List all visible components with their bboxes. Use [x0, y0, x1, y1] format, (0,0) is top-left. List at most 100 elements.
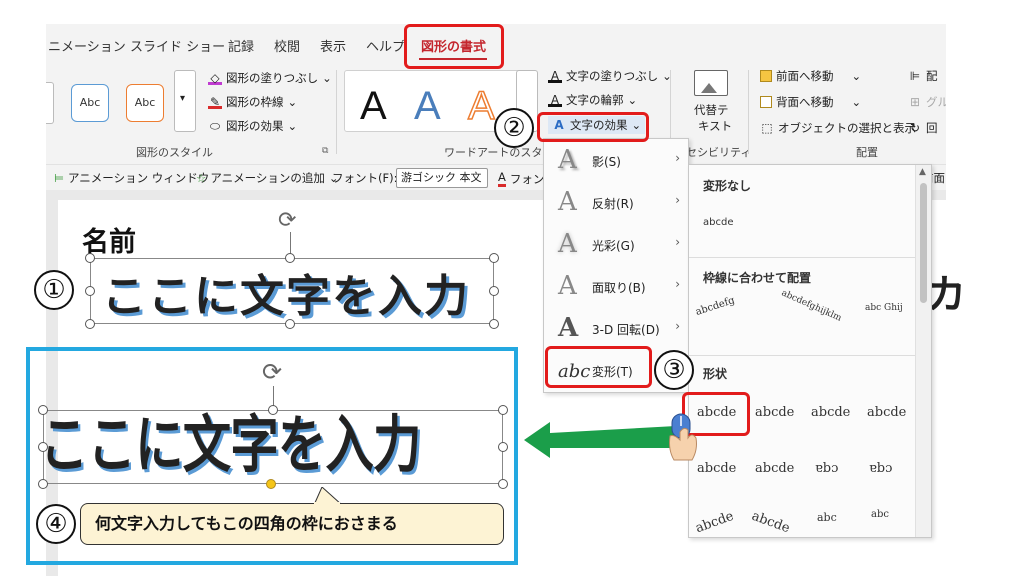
- font-label: フォント(F):: [332, 171, 398, 185]
- group-button[interactable]: ⊞ グル: [908, 94, 946, 110]
- shape-style-orange[interactable]: Abc: [126, 84, 164, 122]
- bring-forward-button[interactable]: 前面へ移動 ⌄: [760, 68, 861, 84]
- resize-handle[interactable]: [85, 253, 95, 263]
- warp-option-circle[interactable]: abc: [817, 511, 837, 524]
- scrollbar-thumb[interactable]: [920, 183, 927, 303]
- shape-style-blue[interactable]: Abc: [71, 84, 109, 122]
- path-circle-option[interactable]: abcdefghijklm: [780, 288, 843, 323]
- step-2-marker: ②: [494, 108, 534, 148]
- callout-note: 何文字入力してもこの四角の枠におさまる: [80, 503, 504, 545]
- warp-option-ring-outside[interactable]: ɐbɔ: [869, 461, 892, 476]
- font-select[interactable]: 游ゴシック 本文: [396, 168, 488, 188]
- animation-pane-button[interactable]: ⊨ アニメーション ウィンドウ: [54, 170, 209, 186]
- scrollbar[interactable]: ▲: [915, 165, 931, 537]
- menu-item-shadow[interactable]: A 影(S) ›: [544, 141, 688, 181]
- step-1-marker: ①: [34, 270, 74, 310]
- rotate-handle-icon[interactable]: ⟳: [262, 358, 282, 386]
- selection-pane-icon: ⬚: [761, 121, 773, 135]
- menu-item-reflection[interactable]: A 反射(R) ›: [544, 183, 688, 223]
- path-arch-option[interactable]: abcdefg: [694, 295, 736, 318]
- warp-option-button[interactable]: abc: [871, 509, 889, 520]
- chevron-down-icon: ⌄: [627, 93, 638, 107]
- rotate-button[interactable]: ↻ 回: [908, 120, 938, 136]
- alt-text-label-1[interactable]: 代替テ: [694, 102, 729, 118]
- resize-handle[interactable]: [285, 319, 295, 329]
- resize-handle[interactable]: [489, 253, 499, 263]
- chevron-down-icon: ⌄: [287, 119, 298, 133]
- resize-handle[interactable]: [498, 479, 508, 489]
- shape-style-partial[interactable]: [46, 82, 54, 124]
- warp-option-chevron-down[interactable]: abcde: [755, 461, 794, 476]
- transform-none-option[interactable]: abcde: [703, 217, 733, 228]
- glow-effect-icon: A: [558, 229, 577, 259]
- warp-adjust-handle[interactable]: [266, 479, 276, 489]
- add-animation-button[interactable]: ☆ アニメーションの追加 ⌄: [196, 170, 339, 186]
- tab-record[interactable]: 記録: [228, 36, 254, 55]
- resize-handle[interactable]: [85, 319, 95, 329]
- dialog-launcher-icon[interactable]: ⧉: [322, 146, 328, 156]
- warp-option-triangle-up[interactable]: abcde: [811, 405, 850, 420]
- warp-option-arch-up[interactable]: abcde: [694, 509, 736, 537]
- text-fill-icon: A: [548, 69, 562, 83]
- shape-effects-button[interactable]: ⬭ 図形の効果 ⌄: [208, 118, 297, 134]
- chevron-down-icon: ⌄: [322, 71, 332, 85]
- shape-fill-button[interactable]: ◇ 図形の塗りつぶし ⌄: [208, 70, 332, 86]
- highlight-transform: [545, 346, 652, 388]
- wordart-style-orange[interactable]: A: [467, 83, 495, 129]
- resize-handle[interactable]: [498, 442, 508, 452]
- text-fill-button[interactable]: A 文字の塗りつぶし ⌄: [548, 68, 672, 84]
- resize-handle[interactable]: [38, 442, 48, 452]
- menu-item-glow[interactable]: A 光彩(G) ›: [544, 225, 688, 265]
- resize-handle[interactable]: [498, 405, 508, 415]
- rotate-handle-icon[interactable]: ⟳: [278, 208, 296, 233]
- more-icon: ▾: [180, 93, 186, 104]
- textbox-before-text: ここに文字を入力: [102, 271, 470, 322]
- paint-bucket-icon: ◇: [208, 71, 222, 85]
- align-button[interactable]: ⊫ 配: [908, 68, 938, 84]
- pen-icon: ✎: [208, 95, 222, 109]
- font-color-button[interactable]: A フォン: [498, 170, 544, 187]
- tab-review[interactable]: 校閲: [274, 36, 300, 55]
- star-icon: ☆: [196, 171, 207, 185]
- resize-handle[interactable]: [489, 286, 499, 296]
- rotate-icon: ↻: [909, 121, 921, 135]
- warp-option-arch-down[interactable]: abcde: [750, 509, 792, 537]
- alt-text-label-2[interactable]: キスト: [698, 118, 732, 134]
- selection-pane-button[interactable]: ⬚ オブジェクトの選択と表示: [760, 120, 916, 136]
- send-backward-button[interactable]: 背面へ移動 ⌄: [760, 94, 861, 110]
- tab-animations[interactable]: ニメーション: [48, 36, 126, 55]
- bevel-effect-icon: A: [558, 271, 577, 301]
- 3d-rotation-icon: A: [558, 313, 579, 343]
- wordart-style-black[interactable]: A: [360, 84, 387, 128]
- resize-handle[interactable]: [268, 405, 278, 415]
- text-outline-icon: A: [548, 93, 562, 107]
- alt-text-icon[interactable]: [694, 70, 728, 96]
- scroll-up-icon[interactable]: ▲: [919, 167, 926, 177]
- highlight-text-effects: [537, 112, 649, 142]
- align-icon: ⊫: [909, 69, 921, 83]
- warp-option-chevron-up[interactable]: abcde: [697, 461, 736, 476]
- shape-style-more-button[interactable]: ▾: [174, 70, 196, 132]
- font-color-icon: A: [498, 170, 506, 187]
- resize-handle[interactable]: [85, 286, 95, 296]
- menu-item-bevel[interactable]: A 面取り(B) ›: [544, 267, 688, 307]
- send-backward-icon: [760, 96, 772, 108]
- chevron-down-icon: ⌄: [287, 95, 298, 109]
- resize-handle[interactable]: [489, 319, 499, 329]
- warp-option-ring-inside[interactable]: ɐbɔ: [815, 461, 838, 476]
- resize-handle[interactable]: [285, 253, 295, 263]
- menu-item-3d-rotation[interactable]: A 3-D 回転(D) ›: [544, 309, 688, 349]
- resize-handle[interactable]: [38, 479, 48, 489]
- chevron-down-icon: ⌄: [851, 95, 862, 109]
- text-outline-button[interactable]: A 文字の輪郭 ⌄: [548, 92, 637, 108]
- tab-view[interactable]: 表示: [320, 36, 346, 55]
- shape-effects-icon: ⬭: [209, 119, 221, 133]
- resize-handle[interactable]: [38, 405, 48, 415]
- path-button-option[interactable]: abc Ghij: [865, 303, 903, 313]
- tab-slideshow[interactable]: スライド ショー: [130, 36, 225, 55]
- tab-help[interactable]: ヘルプ: [366, 36, 405, 55]
- warp-option-triangle-down[interactable]: abcde: [867, 405, 906, 420]
- warp-option-stop[interactable]: abcde: [755, 405, 794, 420]
- shape-outline-button[interactable]: ✎ 図形の枠線 ⌄: [208, 94, 297, 110]
- wordart-style-blue[interactable]: A: [414, 84, 441, 128]
